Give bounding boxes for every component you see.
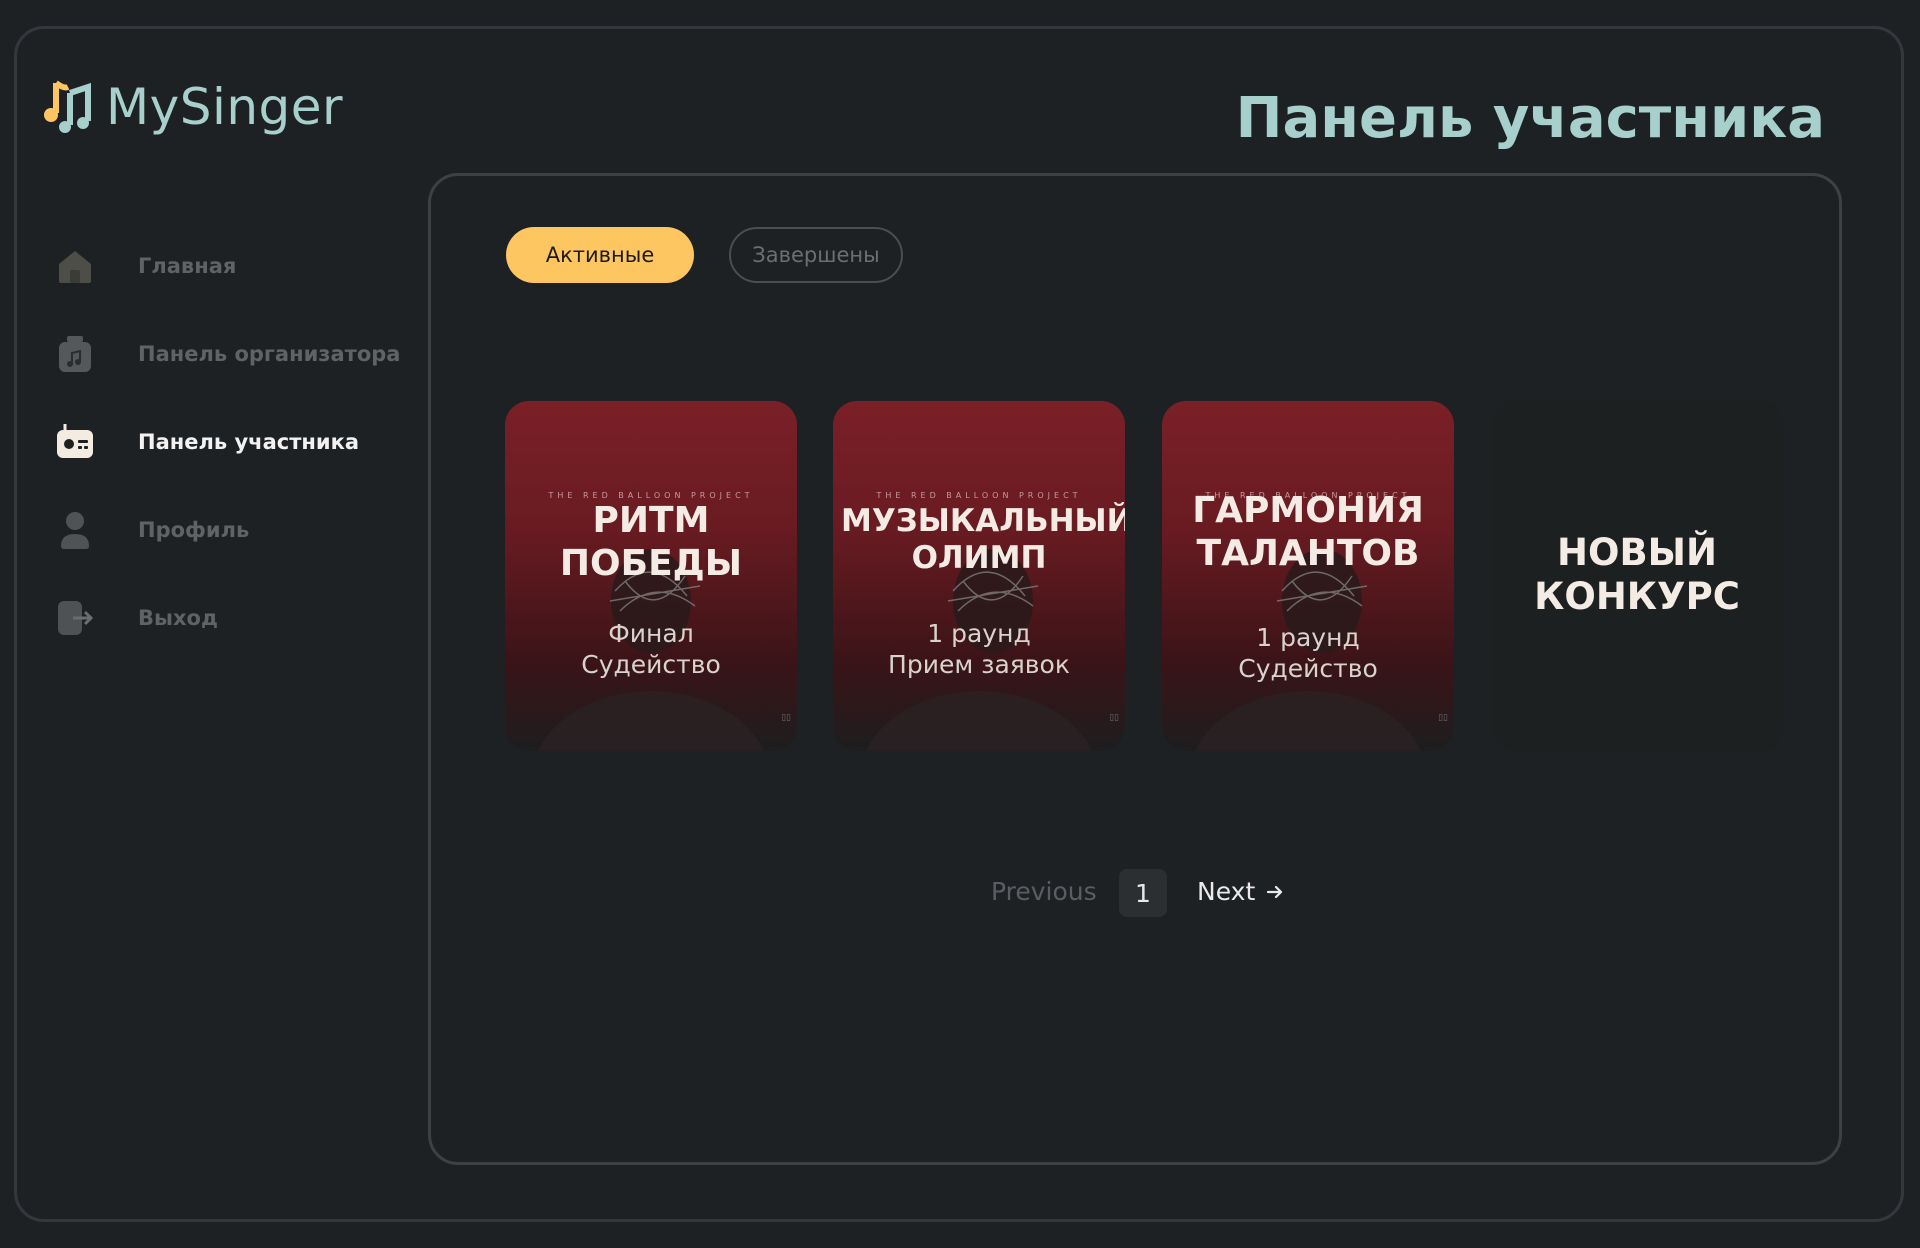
contest-round: Финал [608,619,694,648]
logout-icon [54,597,96,639]
home-icon [54,245,96,287]
new-contest-title: НОВЫЙ КОНКУРС [1534,531,1740,619]
sidebar-item-label: Панель организатора [138,342,401,366]
poster-mark: ▯▯ [781,713,791,723]
contest-status: 1 раунд Прием заявок [833,619,1125,680]
singer-poster-image [1194,549,1422,751]
contest-status: Финал Судейство [505,619,797,680]
sidebar-item-profile[interactable]: Профиль [54,486,400,574]
radio-icon [54,421,96,463]
contest-card[interactable]: THE RED BALLOON PROJECT МУЗЫКАЛЬНЫЙ ОЛИМ… [833,401,1125,751]
sidebar-item-home[interactable]: Главная [54,222,400,310]
contest-stage: Судейство [581,649,721,679]
poster-kicker: THE RED BALLOON PROJECT [876,491,1082,500]
music-file-icon [54,333,96,375]
page-1-button[interactable]: 1 [1119,869,1167,917]
contest-round: 1 раунд [1256,623,1360,652]
poster-mark: ▯▯ [1438,713,1448,723]
poster-mark: ▯▯ [1109,713,1119,723]
music-note-icon [44,80,91,133]
next-label: Next [1197,877,1256,906]
sidebar-item-organizer-panel[interactable]: Панель организатора [54,310,400,398]
contests-panel: Активные Завершены THE RED BALLOON PROJE… [428,173,1842,1165]
new-contest-card[interactable]: НОВЫЙ КОНКУРС [1491,401,1783,751]
sidebar-item-label: Главная [138,254,237,278]
contest-stage: Судейство [1238,653,1378,683]
sidebar-item-logout[interactable]: Выход [54,574,400,662]
page-title: Панель участника [1235,86,1825,151]
contest-title: РИТМ ПОБЕДЫ [559,500,743,585]
contest-round: 1 раунд [927,619,1031,648]
sidebar-item-participant-panel[interactable]: Панель участника [54,398,400,486]
sidebar-item-label: Панель участника [138,430,360,454]
contest-status: 1 раунд Судейство [1162,623,1454,684]
logo[interactable]: MySinger [42,78,343,136]
contest-stage: Прием заявок [888,649,1070,679]
sidebar-item-label: Выход [138,606,218,630]
contest-title: ГАРМОНИЯ ТАЛАНТОВ [1192,490,1424,575]
arrow-right-icon [1267,885,1283,898]
next-page-button[interactable]: Next [1197,877,1285,906]
app-name: MySinger [106,78,344,136]
pagination: Previous 1 Next [431,869,1839,917]
previous-page-button[interactable]: Previous [991,877,1097,906]
sidebar: Главная Панель организатора Панель участ… [54,222,400,662]
tab-completed[interactable]: Завершены [729,227,903,283]
user-icon [54,509,96,551]
tab-active[interactable]: Активные [506,227,694,283]
sidebar-item-label: Профиль [138,518,250,542]
contest-card[interactable]: THE RED BALLOON PROJECT ГАРМОНИЯ ТАЛАНТО… [1162,401,1454,751]
contest-card[interactable]: THE RED BALLOON PROJECT РИТМ ПОБЕДЫ Фина… [505,401,797,751]
contest-title: МУЗЫКАЛЬНЫЙ ОЛИМП [841,503,1125,577]
